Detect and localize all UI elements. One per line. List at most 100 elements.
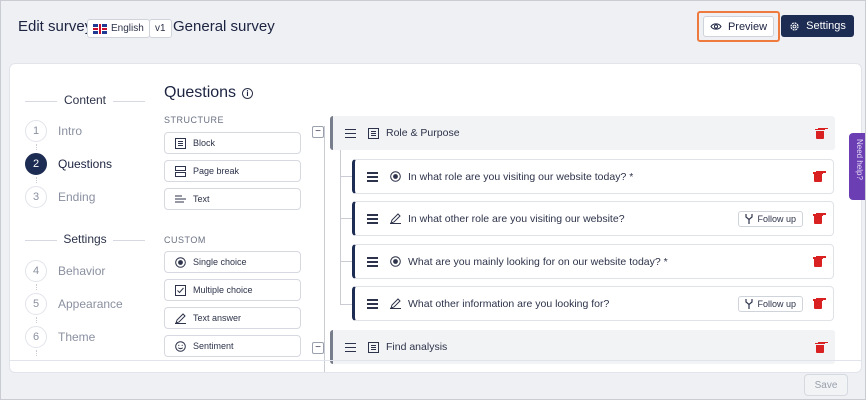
question-label: In what other role are you visiting our … [408,212,625,225]
palette-page-break-button[interactable]: Page break [164,160,301,182]
language-badge[interactable]: English [87,19,150,38]
settings-label: Settings [806,20,846,32]
pencil-icon [174,312,186,324]
drag-handle-icon[interactable] [367,172,378,182]
trash-icon[interactable] [813,171,823,182]
page-break-icon [174,165,186,177]
branch-line [340,304,352,305]
structure-label: STRUCTURE [164,115,224,125]
nav-item-ending[interactable]: 3 Ending [25,185,145,209]
palette-text-answer-button[interactable]: Text answer [164,307,301,329]
top-header: Edit survey English v1 General survey Pr… [0,0,866,58]
nav-item-theme[interactable]: 6 Theme [25,325,145,349]
step-number: 6 [25,326,47,348]
nav-connector [36,144,37,150]
palette-multiple-choice-button[interactable]: Multiple choice [164,279,301,301]
palette-text-button[interactable]: Text [164,188,301,210]
question-row[interactable]: In what other role are you visiting our … [352,201,834,236]
editor-panel: Content 1 Intro 2 Questions 3 Ending Set… [9,63,862,373]
page-title: Edit survey [18,18,93,35]
block-row[interactable]: Find analysis [330,330,835,364]
trash-icon[interactable] [815,342,825,353]
tree-line [324,126,325,372]
survey-name: General survey [173,18,275,35]
nav-item-intro[interactable]: 1 Intro [25,119,145,143]
question-label: In what role are you visiting our websit… [408,170,634,183]
nav-label: Theme [58,330,96,344]
trash-icon[interactable] [815,128,825,139]
nav-connector [36,177,37,183]
step-number: 3 [25,186,47,208]
branch-line [340,150,341,305]
drag-handle-icon[interactable] [367,257,378,267]
step-number: 2 [25,153,47,175]
trash-icon[interactable] [813,256,823,267]
nav-label: Appearance [58,297,123,311]
palette-label: Multiple choice [193,285,253,295]
question-row[interactable]: In what role are you visiting our websit… [352,159,834,194]
settings-button[interactable]: Settings [781,15,854,37]
step-number: 5 [25,293,47,315]
block-row[interactable]: Role & Purpose [330,116,835,150]
language-label: English [111,23,144,34]
follow-up-label: Follow up [757,213,796,224]
nav-item-behavior[interactable]: 4 Behavior [25,259,145,283]
nav-label: Intro [58,124,83,138]
nav-label: Ending [58,190,96,204]
nav-label: Behavior [58,264,106,278]
radio-icon [390,171,401,182]
custom-label: CUSTOM [164,235,206,245]
nav-item-appearance[interactable]: 5 Appearance [25,292,145,316]
collapse-toggle[interactable]: − [312,126,324,138]
palette-single-choice-button[interactable]: Single choice [164,251,301,273]
save-button[interactable]: Save [804,374,848,396]
radio-icon [390,256,401,267]
step-number: 1 [25,120,47,142]
drag-handle-icon[interactable] [345,128,356,138]
nav-connector [36,317,37,323]
fork-icon [745,213,754,224]
palette-label: Text answer [193,313,242,323]
drag-handle-icon[interactable] [345,342,356,352]
question-row[interactable]: What other information are you looking f… [352,286,834,321]
pencil-icon [390,298,401,309]
palette-label: Block [193,138,216,148]
version-badge[interactable]: v1 [149,19,172,38]
branch-line [340,218,352,219]
block-icon [174,137,186,149]
collapse-toggle[interactable]: − [312,342,324,354]
help-tab-label: Need help? [855,139,864,180]
question-label: What other information are you looking f… [408,297,610,310]
info-icon[interactable]: i [242,87,254,99]
smiley-icon [174,340,186,352]
branch-line [340,176,352,177]
palette-label: Single choice [193,257,247,267]
palette-label: Text [193,194,210,204]
content-heading: Content [25,93,145,109]
drag-handle-icon[interactable] [367,214,378,224]
checkbox-icon [174,284,186,296]
trash-icon[interactable] [813,298,823,309]
nav-connector [36,284,37,290]
palette-label: Page break [193,166,240,176]
follow-up-label: Follow up [757,298,796,309]
gear-icon [790,21,799,31]
uk-flag-icon [93,23,107,34]
palette-block-button[interactable]: Block [164,132,301,154]
trash-icon[interactable] [813,213,823,224]
question-row[interactable]: What are you mainly looking for on our w… [352,244,834,279]
nav-label: Questions [58,157,113,171]
follow-up-button[interactable]: Follow up [738,210,803,227]
preview-label: Preview [727,20,768,33]
questions-title: Questions i [164,84,254,102]
help-side-tab[interactable]: Need help? [849,133,866,200]
nav-item-questions[interactable]: 2 Questions [25,152,145,176]
palette-sentiment-button[interactable]: Sentiment [164,335,301,357]
drag-handle-icon[interactable] [367,299,378,309]
nav-connector [36,350,37,356]
follow-up-button[interactable]: Follow up [738,295,803,312]
block-icon [368,127,379,139]
preview-button[interactable]: Preview [703,16,774,37]
text-lines-icon [174,193,186,205]
step-number: 4 [25,260,47,282]
